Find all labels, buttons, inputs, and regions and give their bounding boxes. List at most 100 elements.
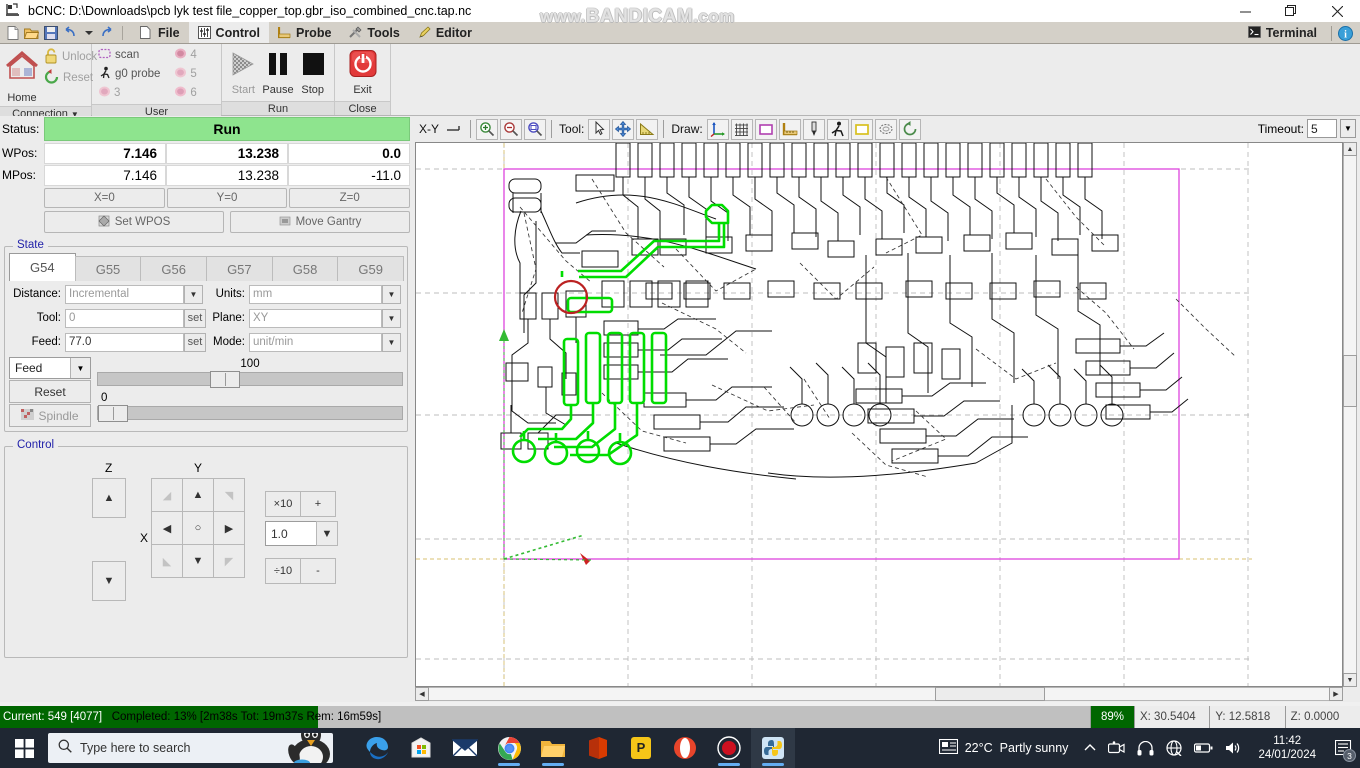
feed-set-button[interactable]: set — [184, 332, 206, 352]
tab-tools[interactable]: Tools — [340, 22, 409, 43]
step-plus-button[interactable]: + — [300, 491, 336, 517]
select-icon[interactable] — [588, 118, 611, 140]
wcs-tab-g59[interactable]: G59 — [337, 256, 405, 281]
wpos-z-value[interactable]: 0.0 — [288, 142, 410, 164]
feed-slider-thumb[interactable] — [210, 371, 240, 388]
user-button-4[interactable]: 4 — [172, 46, 198, 64]
taskbar-app-python[interactable] — [751, 728, 795, 768]
tab-control[interactable]: Control — [188, 22, 269, 43]
zoom-fit-icon[interactable] — [524, 118, 547, 140]
measure-icon[interactable] — [778, 118, 801, 140]
units-input[interactable]: mm — [249, 284, 382, 304]
jog-z-up-button[interactable]: ▲ — [92, 478, 126, 518]
scroll-down-arrow[interactable]: ▼ — [1343, 673, 1357, 687]
open-file-icon[interactable] — [23, 24, 40, 42]
zero-x-button[interactable]: X=0 — [44, 188, 165, 208]
search-input[interactable]: Type here to search — [48, 733, 333, 763]
grid-icon[interactable] — [730, 118, 753, 140]
feed-input[interactable]: 77.0 — [65, 332, 184, 352]
timeout-input[interactable]: 5 — [1307, 119, 1337, 138]
gcode-preview-canvas[interactable] — [415, 142, 1343, 687]
user-button-5[interactable]: 5 — [172, 65, 198, 83]
taskbar-app-pdf[interactable]: P — [619, 728, 663, 768]
wpos-x-value[interactable]: 7.146 — [44, 142, 166, 164]
taskbar-app-opera[interactable] — [663, 728, 707, 768]
jog-up-right-button[interactable]: ◥ — [213, 478, 245, 512]
scroll-left-arrow[interactable]: ◀ — [415, 687, 429, 701]
margin-icon[interactable] — [754, 118, 777, 140]
help-info-icon[interactable]: i — [1337, 24, 1354, 42]
new-file-icon[interactable] — [4, 24, 21, 42]
notification-center-button[interactable]: 3 — [1326, 728, 1360, 768]
canvas-horizontal-scrollbar[interactable]: ◀ ▶ — [415, 687, 1343, 701]
maximize-button[interactable] — [1268, 0, 1314, 22]
runner2-icon[interactable] — [826, 118, 849, 140]
jog-up-left-button[interactable]: ◢ — [151, 478, 183, 512]
plane-input[interactable]: XY — [249, 308, 382, 328]
tab-terminal[interactable]: Terminal — [1238, 26, 1326, 40]
jog-z-down-button[interactable]: ▼ — [92, 561, 126, 601]
minimize-button[interactable] — [1222, 0, 1268, 22]
scroll-up-arrow[interactable]: ▲ — [1343, 142, 1357, 156]
jog-down-right-button[interactable]: ◤ — [213, 544, 245, 578]
user-button-g0probe[interactable]: g0 probe — [96, 65, 162, 83]
exit-button[interactable]: Exit — [343, 48, 383, 96]
stop-button[interactable]: Stop — [295, 48, 330, 96]
taskbar-app-explorer[interactable] — [531, 728, 575, 768]
jog-down-left-button[interactable]: ◣ — [151, 544, 183, 578]
pause-button[interactable]: Pause — [261, 48, 296, 96]
user-button-scan[interactable]: scan — [96, 46, 162, 64]
distance-input[interactable]: Incremental — [65, 284, 184, 304]
undo-icon[interactable] — [61, 24, 78, 42]
probe-icon[interactable] — [802, 118, 825, 140]
tab-probe[interactable]: Probe — [268, 22, 341, 43]
start-button[interactable] — [0, 728, 48, 768]
taskbar-app-office[interactable] — [575, 728, 619, 768]
weather-widget[interactable]: 22°C Partly sunny — [929, 738, 1079, 757]
taskbar-clock[interactable]: 11:42 24/01/2024 — [1248, 734, 1326, 762]
jog-x-left-button[interactable]: ◀ — [151, 511, 183, 545]
move-icon[interactable] — [612, 118, 635, 140]
jog-y-up-button[interactable]: ▲ — [182, 478, 214, 512]
ruler-tool-icon[interactable] — [636, 118, 659, 140]
wcs-tab-g57[interactable]: G57 — [206, 256, 273, 281]
home-button[interactable]: Home — [4, 46, 40, 104]
unlock-button[interactable]: Unlock — [42, 47, 99, 66]
rapid-icon[interactable] — [898, 118, 921, 140]
zero-z-button[interactable]: Z=0 — [289, 188, 411, 208]
tab-file[interactable]: File — [131, 22, 189, 43]
override-reset-button[interactable]: Reset — [9, 380, 91, 403]
jog-x-right-button[interactable]: ▶ — [213, 511, 245, 545]
tray-expand-icon[interactable] — [1078, 728, 1102, 768]
close-button[interactable] — [1314, 0, 1360, 22]
step-multiply-button[interactable]: ×10 — [265, 491, 301, 517]
user-button-3[interactable]: 3 — [96, 84, 162, 102]
tab-editor[interactable]: Editor — [408, 22, 481, 43]
zoom-out-icon[interactable] — [500, 118, 523, 140]
spindle-button[interactable]: Spindle — [9, 404, 91, 427]
view-dropdown-icon[interactable] — [443, 118, 466, 140]
axes-icon[interactable] — [706, 118, 729, 140]
jog-center-button[interactable]: ○ — [182, 511, 214, 545]
taskbar-app-recorder[interactable] — [707, 728, 751, 768]
distance-dropdown-icon[interactable]: ▼ — [184, 284, 203, 304]
override-select[interactable]: Feed ▼ — [9, 357, 91, 379]
wcs-tab-g56[interactable]: G56 — [140, 256, 208, 281]
tool-set-button[interactable]: set — [184, 308, 206, 328]
taskbar-app-chrome[interactable] — [487, 728, 531, 768]
zoom-in-icon[interactable] — [476, 118, 499, 140]
spindle-slider-thumb[interactable] — [98, 405, 128, 422]
plane-dropdown-icon[interactable]: ▼ — [382, 308, 401, 328]
wpos-y-value[interactable]: 13.238 — [166, 142, 288, 164]
chevron-down-icon[interactable] — [80, 24, 97, 42]
move-gantry-button[interactable]: Move Gantry — [230, 211, 410, 233]
wcs-tab-g55[interactable]: G55 — [74, 256, 142, 281]
tool-input[interactable]: 0 — [65, 308, 184, 328]
scroll-right-arrow[interactable]: ▶ — [1329, 687, 1343, 701]
mode-dropdown-icon[interactable]: ▼ — [382, 332, 401, 352]
start-button[interactable]: Start — [226, 48, 261, 96]
taskbar-app-edge[interactable] — [355, 728, 399, 768]
zero-y-button[interactable]: Y=0 — [166, 188, 288, 208]
step-divide-button[interactable]: ÷10 — [265, 558, 301, 584]
canvas-vertical-scrollbar[interactable]: ▲ ▼ — [1343, 142, 1357, 687]
